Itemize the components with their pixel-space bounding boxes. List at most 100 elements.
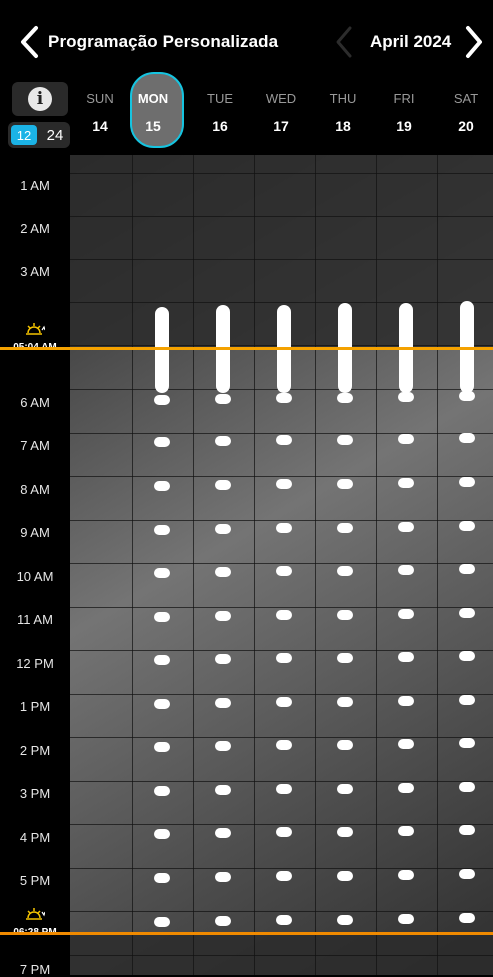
schedule-slot[interactable] [215, 524, 231, 535]
schedule-slot[interactable] [276, 610, 292, 621]
schedule-slot[interactable] [154, 742, 170, 752]
schedule-slot[interactable] [398, 651, 414, 662]
schedule-slot[interactable] [459, 521, 475, 531]
schedule-slot[interactable] [154, 873, 170, 883]
schedule-slot[interactable] [398, 608, 414, 619]
schedule-slot[interactable] [459, 433, 475, 443]
day-number: 19 [396, 118, 412, 134]
schedule-slot[interactable] [459, 608, 475, 618]
day-header-wed[interactable]: WED 17 [251, 88, 311, 134]
sunrise-line [0, 347, 493, 350]
schedule-slot[interactable] [398, 738, 414, 749]
schedule-slot[interactable] [337, 565, 353, 576]
schedule-slot[interactable] [398, 391, 414, 402]
schedule-grid[interactable] [70, 155, 493, 975]
schedule-slot[interactable] [276, 871, 292, 882]
schedule-slot[interactable] [337, 696, 353, 707]
schedule-slot[interactable] [215, 436, 231, 447]
day-header-tue[interactable]: TUE 16 [190, 88, 250, 134]
format-24-option[interactable]: 24 [42, 125, 68, 145]
schedule-slot[interactable] [337, 914, 353, 925]
schedule-slot[interactable] [215, 872, 231, 883]
schedule-slot[interactable] [337, 870, 353, 881]
schedule-slot[interactable] [459, 695, 475, 705]
schedule-slot[interactable] [276, 740, 292, 751]
schedule-slot[interactable] [337, 739, 353, 750]
schedule-slot[interactable] [398, 477, 414, 488]
schedule-block[interactable] [155, 307, 169, 393]
day-name: SAT [453, 91, 479, 106]
schedule-slot[interactable] [398, 869, 414, 880]
schedule-slot[interactable] [276, 653, 292, 664]
schedule-slot[interactable] [276, 435, 292, 446]
schedule-slot[interactable] [215, 698, 231, 709]
schedule-slot[interactable] [459, 825, 475, 835]
schedule-slot[interactable] [337, 826, 353, 837]
schedule-slot[interactable] [276, 393, 292, 404]
schedule-slot[interactable] [154, 437, 170, 447]
day-header-thu[interactable]: THU 18 [313, 88, 373, 134]
schedule-slot[interactable] [276, 566, 292, 577]
schedule-slot[interactable] [337, 783, 353, 794]
schedule-slot[interactable] [398, 521, 414, 532]
schedule-slot[interactable] [459, 391, 475, 401]
schedule-slot[interactable] [398, 433, 414, 444]
schedule-slot[interactable] [276, 523, 292, 534]
schedule-slot[interactable] [337, 434, 353, 445]
day-header-sat[interactable]: SAT 20 [436, 88, 493, 134]
schedule-slot[interactable] [154, 395, 170, 405]
info-button[interactable]: i [12, 82, 68, 116]
schedule-slot[interactable] [337, 652, 353, 663]
schedule-slot[interactable] [398, 695, 414, 706]
day-header-fri[interactable]: FRI 19 [374, 88, 434, 134]
schedule-slot[interactable] [398, 913, 414, 924]
schedule-slot[interactable] [337, 522, 353, 533]
day-header-sun[interactable]: SUN 14 [70, 88, 130, 134]
schedule-slot[interactable] [215, 741, 231, 752]
schedule-slot[interactable] [154, 568, 170, 578]
schedule-slot[interactable] [154, 612, 170, 622]
schedule-slot[interactable] [459, 477, 475, 487]
schedule-slot[interactable] [215, 480, 231, 491]
schedule-slot[interactable] [276, 784, 292, 795]
schedule-slot[interactable] [276, 479, 292, 490]
schedule-slot[interactable] [215, 785, 231, 796]
schedule-slot[interactable] [337, 609, 353, 620]
schedule-slot[interactable] [398, 825, 414, 836]
schedule-slot[interactable] [459, 782, 475, 792]
schedule-slot[interactable] [398, 564, 414, 575]
schedule-slot[interactable] [459, 913, 475, 923]
schedule-slot[interactable] [337, 478, 353, 489]
schedule-slot[interactable] [154, 525, 170, 535]
schedule-slot[interactable] [154, 786, 170, 796]
day-name: FRI [393, 91, 415, 106]
schedule-slot[interactable] [459, 738, 475, 748]
schedule-slot[interactable] [398, 782, 414, 793]
schedule-slot[interactable] [215, 611, 231, 622]
schedule-slot[interactable] [215, 394, 231, 405]
schedule-slot[interactable] [154, 655, 170, 665]
schedule-slot[interactable] [215, 916, 231, 927]
schedule-slot[interactable] [276, 915, 292, 926]
next-month-chevron-icon[interactable] [460, 22, 488, 62]
schedule-slot[interactable] [154, 481, 170, 491]
schedule-slot[interactable] [276, 827, 292, 838]
schedule-slot[interactable] [215, 828, 231, 839]
schedule-slot[interactable] [154, 829, 170, 839]
schedule-slot[interactable] [215, 567, 231, 578]
hour-label: 10 AM [16, 569, 54, 584]
schedule-slot[interactable] [154, 917, 170, 927]
day-header-mon[interactable]: MON 15 [123, 72, 184, 148]
schedule-slot[interactable] [154, 699, 170, 709]
schedule-slot[interactable] [459, 869, 475, 879]
schedule-slot[interactable] [337, 392, 353, 403]
schedule-slot[interactable] [459, 651, 475, 661]
hour-label: 8 AM [20, 482, 50, 497]
back-chevron-icon[interactable] [14, 22, 46, 62]
schedule-slot[interactable] [459, 564, 475, 574]
schedule-slot[interactable] [215, 654, 231, 665]
month-label: April 2024 [370, 32, 452, 51]
time-format-toggle[interactable]: 12 24 [8, 122, 70, 148]
schedule-slot[interactable] [276, 697, 292, 708]
format-12-option[interactable]: 12 [11, 125, 37, 145]
